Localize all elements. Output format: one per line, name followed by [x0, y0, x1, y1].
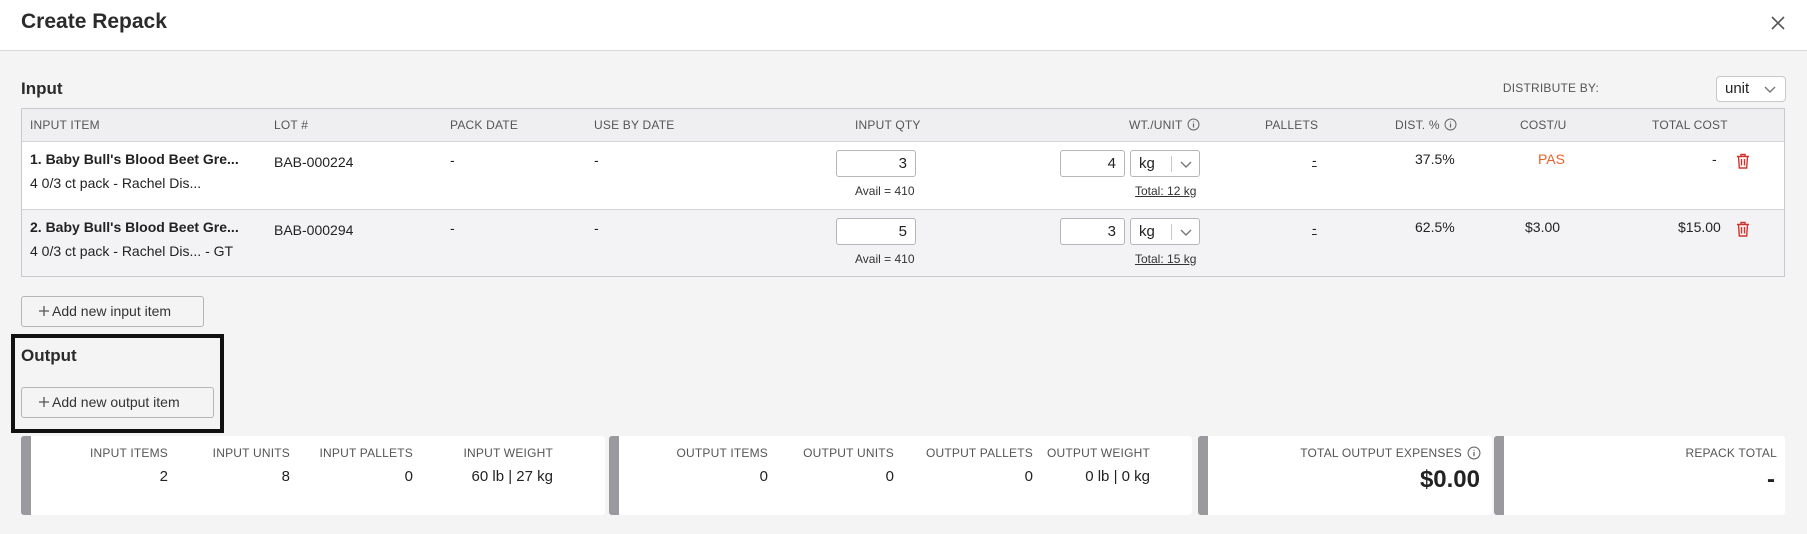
table-row: 1. Baby Bull's Blood Beet Gre... 4 0/3 c… — [22, 142, 1784, 209]
col-wt-unit-label: WT./UNIT — [1129, 118, 1183, 132]
avail-text: Avail = 410 — [855, 252, 915, 266]
output-units-label: OUTPUT UNITS — [803, 446, 894, 460]
pallets-value[interactable]: - — [1312, 152, 1317, 168]
output-section-title: Output — [21, 346, 77, 365]
input-qty-field[interactable]: 3 — [836, 150, 916, 177]
expenses-card: TOTAL OUTPUT EXPENSES $0.00 — [1198, 436, 1492, 515]
wt-unit-field[interactable]: 4 — [1060, 150, 1125, 177]
input-table: INPUT ITEM LOT # PACK DATE USE BY DATE I… — [21, 108, 1785, 277]
item-desc: 4 0/3 ct pack - Rachel Dis... - GT — [30, 243, 234, 259]
item-name[interactable]: 1. Baby Bull's Blood Beet Gre... — [30, 151, 239, 167]
lot-number: BAB-000224 — [274, 154, 354, 170]
total-output-expenses-label: TOTAL OUTPUT EXPENSES — [1300, 446, 1462, 460]
info-icon — [1187, 118, 1200, 131]
pack-date: - — [450, 152, 455, 168]
total-cost-value: $15.00 — [1678, 219, 1721, 235]
input-weight-value: 60 lb | 27 kg — [471, 468, 553, 485]
cost-u-value[interactable]: PAS — [1538, 151, 1565, 167]
total-cost-value: - — [1712, 151, 1717, 167]
wt-unit-value: kg — [1139, 155, 1155, 172]
table-header: INPUT ITEM LOT # PACK DATE USE BY DATE I… — [22, 109, 1784, 142]
plus-icon — [39, 306, 49, 316]
repack-total-value: - — [1767, 466, 1775, 493]
item-desc: 4 0/3 ct pack - Rachel Dis... — [30, 175, 202, 191]
add-input-item-button[interactable]: Add new input item — [21, 296, 204, 327]
chevron-down-icon — [1180, 161, 1192, 168]
dialog-title: Create Repack — [21, 10, 167, 33]
repack-total-card: REPACK TOTAL - — [1494, 436, 1785, 515]
col-dist-pct-label: DIST. % — [1395, 118, 1440, 132]
item-name[interactable]: 2. Baby Bull's Blood Beet Gre... — [30, 219, 239, 235]
distribute-by-label: DISTRIBUTE BY: — [1502, 81, 1599, 95]
input-weight-label: INPUT WEIGHT — [463, 446, 553, 460]
input-summary-card: INPUT ITEMS 2 INPUT UNITS 8 INPUT PALLET… — [21, 436, 605, 515]
add-output-item-button[interactable]: Add new output item — [21, 387, 214, 418]
close-button[interactable] — [1767, 12, 1789, 34]
input-qty-field[interactable]: 5 — [836, 218, 916, 245]
output-items-value: 0 — [759, 468, 768, 485]
distribute-by-value: unit — [1725, 80, 1750, 97]
input-pallets-value: 0 — [404, 468, 413, 485]
col-input-qty: INPUT QTY — [855, 118, 921, 132]
input-items-value: 2 — [159, 468, 168, 485]
wt-total[interactable]: Total: 15 kg — [1135, 252, 1196, 266]
use-by-date: - — [594, 220, 599, 236]
input-section-title: Input — [21, 79, 63, 98]
output-pallets-value: 0 — [1024, 468, 1033, 485]
col-pallets: PALLETS — [1265, 118, 1319, 132]
plus-icon — [39, 397, 49, 407]
info-icon[interactable] — [1467, 446, 1481, 460]
col-lot: LOT # — [274, 118, 309, 132]
avail-text: Avail = 410 — [855, 184, 915, 198]
table-row: 2. Baby Bull's Blood Beet Gre... 4 0/3 c… — [22, 209, 1784, 276]
output-units-value: 0 — [885, 468, 894, 485]
wt-unit-value: kg — [1139, 223, 1155, 240]
trash-icon[interactable] — [1736, 153, 1750, 169]
pack-date: - — [450, 220, 455, 236]
output-weight-label: OUTPUT WEIGHT — [1046, 446, 1150, 460]
dist-pct-value: 62.5% — [1415, 219, 1455, 235]
lot-number: BAB-000294 — [274, 222, 354, 238]
input-units-value: 8 — [281, 468, 290, 485]
dialog-header: Create Repack — [0, 0, 1807, 51]
col-total-cost: TOTAL COST — [1652, 118, 1728, 132]
col-wt-unit: WT./UNIT — [1129, 118, 1200, 132]
pallets-value[interactable]: - — [1312, 220, 1317, 236]
distribute-by-select[interactable]: unit — [1716, 76, 1786, 102]
input-pallets-label: INPUT PALLETS — [319, 446, 413, 460]
col-input-item: INPUT ITEM — [30, 118, 100, 132]
wt-total[interactable]: Total: 12 kg — [1135, 184, 1196, 198]
total-output-expenses-value: $0.00 — [1419, 466, 1480, 493]
close-icon — [1771, 16, 1785, 30]
wt-unit-select[interactable]: kg — [1130, 150, 1200, 177]
cost-u-value: $3.00 — [1525, 219, 1561, 235]
trash-icon[interactable] — [1736, 221, 1750, 237]
col-use-by-date: USE BY DATE — [594, 118, 675, 132]
output-summary-card: OUTPUT ITEMS 0 OUTPUT UNITS 0 OUTPUT PAL… — [609, 436, 1192, 515]
input-units-label: INPUT UNITS — [212, 446, 290, 460]
output-items-label: OUTPUT ITEMS — [676, 446, 768, 460]
wt-unit-field[interactable]: 3 — [1060, 218, 1125, 245]
chevron-down-icon — [1764, 86, 1776, 93]
select-divider — [1171, 224, 1172, 240]
output-pallets-label: OUTPUT PALLETS — [925, 446, 1033, 460]
chevron-down-icon — [1180, 229, 1192, 236]
repack-total-label: REPACK TOTAL — [1685, 446, 1777, 460]
select-divider — [1171, 156, 1172, 172]
input-items-label: INPUT ITEMS — [90, 446, 168, 460]
info-icon — [1444, 118, 1457, 131]
add-input-item-label: Add new input item — [52, 303, 172, 319]
col-dist-pct: DIST. % — [1395, 118, 1457, 132]
dist-pct-value: 37.5% — [1415, 151, 1455, 167]
output-weight-value: 0 lb | 0 kg — [1085, 468, 1150, 485]
use-by-date: - — [594, 152, 599, 168]
wt-unit-select[interactable]: kg — [1130, 218, 1200, 245]
add-output-item-label: Add new output item — [52, 394, 180, 410]
col-pack-date: PACK DATE — [450, 118, 519, 132]
col-cost-u: COST/U — [1520, 118, 1567, 132]
